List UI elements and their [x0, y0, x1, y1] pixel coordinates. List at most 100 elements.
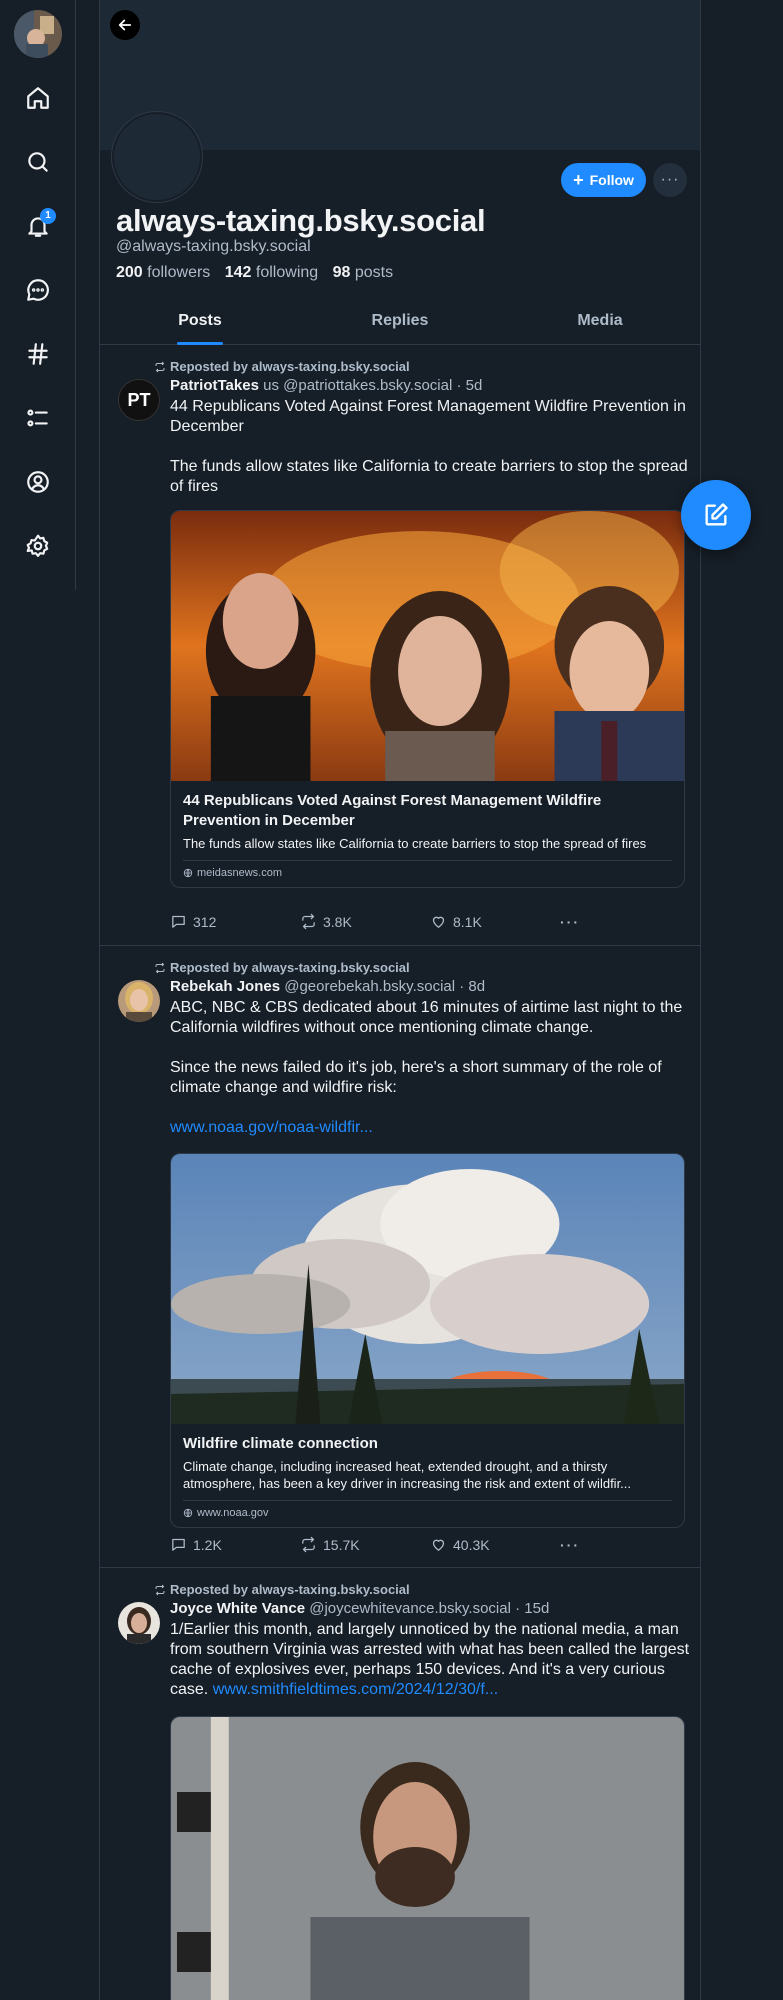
- repost-label: Reposted by always-taxing.bsky.social: [170, 1582, 410, 1597]
- heart-icon: [432, 916, 445, 928]
- globe-icon: [183, 1508, 193, 1518]
- post-actions: 1.2K 15.7K 40.3K ···: [170, 1536, 600, 1553]
- post-text: 1/Earlier this month, and largely unnoti…: [170, 1620, 690, 1700]
- ellipsis-icon: ···: [660, 171, 680, 188]
- link-card-title: Wildfire climate connection: [183, 1435, 378, 1452]
- link-card-domain: meidasnews.com: [183, 860, 672, 879]
- like-button[interactable]: 40.3K: [430, 1536, 560, 1553]
- repost-indicator: Reposted by always-taxing.bsky.social: [154, 359, 410, 374]
- arrow-left-icon: [118, 19, 132, 31]
- profile-tabs: Posts Replies Media: [100, 300, 700, 345]
- posts-count: 98: [332, 264, 351, 281]
- link-card[interactable]: [170, 1716, 685, 2000]
- search-icon[interactable]: [18, 142, 58, 182]
- repost-button[interactable]: 15.7K: [300, 1536, 430, 1553]
- author-avatar[interactable]: [118, 1602, 160, 1644]
- author-handle-time[interactable]: @joycewhitevance.bsky.social · 15d: [305, 1600, 549, 1617]
- tab-media[interactable]: Media: [500, 300, 700, 344]
- home-icon[interactable]: [18, 78, 58, 118]
- author-name[interactable]: Rebekah Jones: [170, 978, 280, 995]
- author-flag: us: [258, 377, 279, 394]
- more-options-button[interactable]: ···: [653, 163, 687, 197]
- author-handle-time[interactable]: @georebekah.bsky.social · 8d: [280, 978, 485, 995]
- profile-display-name: always-taxing.bsky.social: [116, 203, 486, 238]
- link-card-description: The funds allow states like California t…: [183, 836, 647, 851]
- feed-post[interactable]: Reposted by always-taxing.bsky.social PT…: [100, 345, 700, 946]
- repost-icon: [155, 1584, 165, 1595]
- reply-button[interactable]: 1.2K: [170, 1536, 300, 1553]
- link-card-title: 44 Republicans Voted Against Forest Mana…: [183, 792, 602, 829]
- followers-stat[interactable]: 200 followers: [116, 264, 210, 281]
- back-button[interactable]: [110, 10, 140, 40]
- link-card[interactable]: 44 Republicans Voted Against Forest Mana…: [170, 510, 685, 888]
- posts-label: posts: [354, 264, 394, 281]
- feeds-hash-icon[interactable]: [18, 334, 58, 374]
- compose-button[interactable]: [681, 480, 751, 550]
- link-card-description: Climate change, including increased heat…: [183, 1459, 632, 1491]
- repost-arrows-icon: [302, 1536, 315, 1553]
- post-more-button[interactable]: ···: [560, 913, 600, 930]
- repost-button[interactable]: 3.8K: [300, 913, 430, 930]
- repost-indicator: Reposted by always-taxing.bsky.social: [154, 960, 410, 975]
- heart-icon: [432, 1539, 445, 1551]
- post-body: ABC, NBC & CBS dedicated about 16 minute…: [170, 999, 683, 1096]
- link-card[interactable]: Wildfire climate connection Climate chan…: [170, 1153, 685, 1528]
- follow-button[interactable]: + Follow: [561, 163, 646, 197]
- post-header: Joyce White Vance @joycewhitevance.bsky.…: [170, 1600, 549, 1617]
- author-avatar[interactable]: PT: [118, 379, 160, 421]
- reply-bubble-icon: [172, 915, 185, 928]
- profile-icon[interactable]: [18, 462, 58, 502]
- posts-stat: 98 posts: [333, 264, 394, 281]
- tab-posts[interactable]: Posts: [100, 300, 300, 344]
- profile-avatar[interactable]: [112, 112, 202, 202]
- lists-icon[interactable]: [18, 398, 58, 438]
- tab-replies[interactable]: Replies: [300, 300, 500, 344]
- repost-indicator: Reposted by always-taxing.bsky.social: [154, 1582, 410, 1597]
- plus-icon: +: [573, 170, 584, 190]
- repost-label: Reposted by always-taxing.bsky.social: [170, 960, 410, 975]
- compose-pencil-icon: [705, 503, 728, 526]
- link-card-domain: www.noaa.gov: [183, 1500, 672, 1519]
- following-count: 142: [224, 264, 252, 281]
- notifications-icon[interactable]: 1: [18, 206, 58, 246]
- author-handle-time[interactable]: @patriottakes.bsky.social · 5d: [279, 377, 482, 394]
- profile-stats: 200 followers 142 following 98 posts: [116, 264, 403, 282]
- followers-count: 200: [116, 264, 143, 281]
- like-count: 40.3K: [453, 1536, 490, 1553]
- globe-icon: [183, 868, 193, 878]
- feed-post[interactable]: Reposted by always-taxing.bsky.social Jo…: [100, 1568, 700, 2000]
- author-name[interactable]: PatriotTakes: [170, 377, 259, 394]
- author-avatar[interactable]: [118, 980, 160, 1022]
- user-avatar[interactable]: [14, 10, 62, 58]
- repost-arrows-icon: [302, 913, 315, 930]
- link-card-image: [171, 1154, 684, 1424]
- repost-count: 3.8K: [323, 913, 352, 930]
- author-name[interactable]: Joyce White Vance: [170, 1600, 305, 1617]
- ellipsis-icon: ···: [560, 1536, 580, 1553]
- reply-count: 312: [193, 913, 217, 930]
- followers-label: followers: [147, 264, 211, 281]
- avatar-initials: PT: [127, 389, 151, 410]
- chat-icon[interactable]: [18, 270, 58, 310]
- repost-count: 15.7K: [323, 1536, 360, 1553]
- like-button[interactable]: 8.1K: [430, 913, 560, 930]
- settings-gear-icon[interactable]: [18, 526, 58, 566]
- following-label: following: [255, 264, 319, 281]
- reply-button[interactable]: 312: [170, 913, 300, 930]
- left-navigation: 1: [0, 0, 76, 590]
- feed-post[interactable]: Reposted by always-taxing.bsky.social Re…: [100, 946, 700, 1568]
- post-link[interactable]: www.noaa.gov/noaa-wildfir...: [170, 1119, 373, 1136]
- post-text: ABC, NBC & CBS dedicated about 16 minute…: [170, 998, 690, 1138]
- repost-icon: [155, 361, 165, 372]
- like-count: 8.1K: [453, 913, 482, 930]
- post-link[interactable]: www.smithfieldtimes.com/2024/12/30/f...: [213, 1681, 498, 1698]
- main-column: + Follow ··· always-taxing.bsky.social @…: [99, 0, 701, 2000]
- follow-label: Follow: [589, 172, 634, 188]
- post-header: PatriotTakes us @patriottakes.bsky.socia…: [170, 377, 482, 394]
- post-actions: 312 3.8K 8.1K ···: [170, 913, 600, 930]
- link-card-image: [171, 1717, 684, 2000]
- repost-label: Reposted by always-taxing.bsky.social: [170, 359, 410, 374]
- post-header: Rebekah Jones @georebekah.bsky.social · …: [170, 978, 485, 995]
- following-stat[interactable]: 142 following: [225, 264, 318, 281]
- post-more-button[interactable]: ···: [560, 1536, 600, 1553]
